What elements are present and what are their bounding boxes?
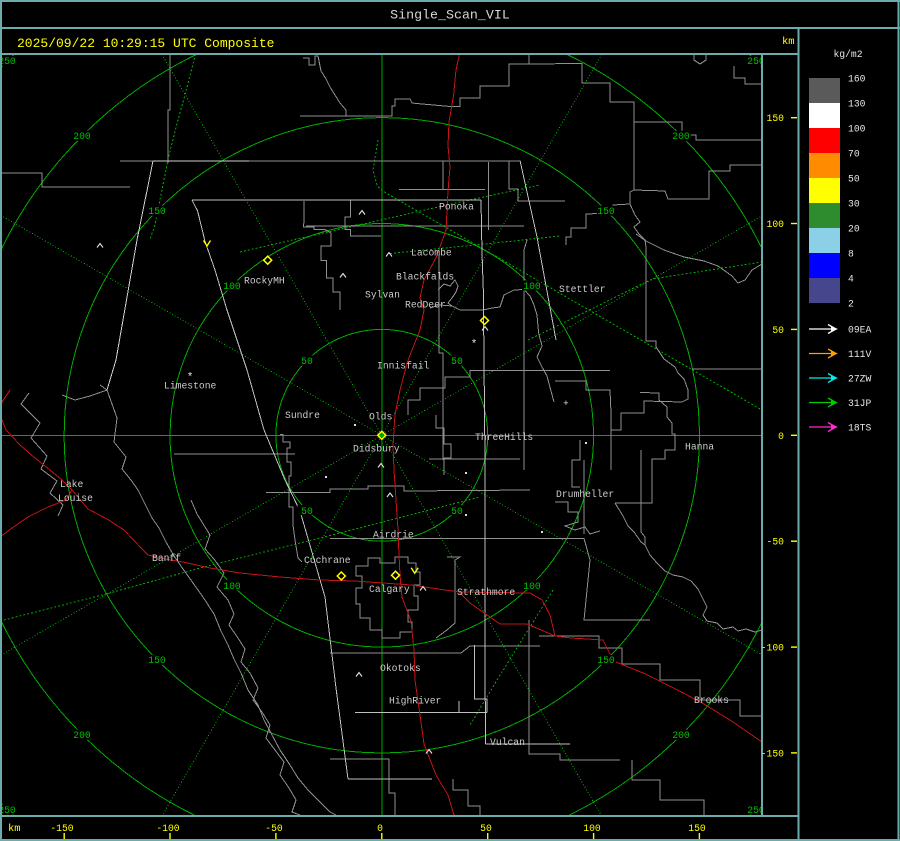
svg-text:50: 50 — [301, 356, 313, 367]
svg-text:kg/m2: kg/m2 — [833, 49, 862, 60]
svg-text:31JP: 31JP — [848, 398, 871, 409]
svg-text:50: 50 — [480, 823, 492, 834]
svg-text:Ponoka: Ponoka — [439, 202, 474, 213]
svg-text:100: 100 — [223, 581, 241, 592]
svg-text:27ZW: 27ZW — [848, 374, 871, 385]
svg-text:130: 130 — [848, 99, 866, 110]
svg-text:Olds: Olds — [369, 412, 392, 423]
svg-text:150: 150 — [148, 655, 166, 666]
svg-text:09EA: 09EA — [848, 325, 871, 336]
svg-text:Okotoks: Okotoks — [380, 663, 421, 674]
svg-text:150: 150 — [148, 206, 166, 217]
svg-text:-50: -50 — [767, 537, 785, 548]
svg-text:Louise: Louise — [58, 493, 93, 504]
svg-text:ThreeHills: ThreeHills — [475, 432, 533, 443]
svg-text:250: 250 — [0, 805, 16, 816]
svg-text:Sundre: Sundre — [285, 410, 320, 421]
svg-text:Lake: Lake — [60, 479, 83, 490]
svg-text:70: 70 — [848, 149, 860, 160]
svg-text:18TS: 18TS — [848, 423, 871, 434]
svg-text:Airdrie: Airdrie — [373, 530, 414, 541]
svg-text:+: + — [563, 399, 568, 409]
svg-text:50: 50 — [451, 506, 463, 517]
svg-text:-100: -100 — [156, 823, 179, 834]
svg-text:RedDeer: RedDeer — [405, 300, 446, 311]
svg-text:20: 20 — [848, 224, 860, 235]
svg-text:Calgary: Calgary — [369, 584, 410, 595]
svg-text:100: 100 — [848, 124, 866, 135]
svg-text:150: 150 — [767, 113, 785, 124]
svg-text:2025/09/22 10:29:15 UTC Compos: 2025/09/22 10:29:15 UTC Composite — [17, 36, 274, 51]
svg-text:Didsbury: Didsbury — [353, 444, 400, 455]
svg-text:-150: -150 — [50, 823, 73, 834]
svg-text:50: 50 — [848, 174, 860, 185]
svg-text:150: 150 — [688, 823, 706, 834]
svg-text:RockyMH: RockyMH — [244, 276, 285, 287]
svg-text:Innisfail: Innisfail — [377, 361, 430, 372]
svg-text:200: 200 — [672, 730, 690, 741]
svg-text:Single_Scan_VIL: Single_Scan_VIL — [390, 8, 510, 23]
svg-text:160: 160 — [848, 74, 866, 85]
svg-text:150: 150 — [597, 206, 615, 217]
svg-text:50: 50 — [301, 506, 313, 517]
svg-text:*: * — [471, 339, 478, 351]
svg-text:Blackfalds: Blackfalds — [396, 272, 454, 283]
svg-text:Vulcan: Vulcan — [490, 737, 525, 748]
svg-text:Strathmore: Strathmore — [457, 587, 515, 598]
svg-text:*: * — [187, 372, 194, 384]
svg-text:-150: -150 — [761, 748, 784, 759]
svg-text:2: 2 — [848, 299, 854, 310]
svg-text:Drumheller: Drumheller — [556, 489, 614, 500]
svg-text:200: 200 — [672, 131, 690, 142]
svg-text:Banff: Banff — [152, 553, 181, 564]
svg-text:100: 100 — [223, 281, 241, 292]
svg-text:0: 0 — [778, 431, 784, 442]
svg-text:-100: -100 — [761, 643, 784, 654]
svg-text:km: km — [782, 36, 795, 48]
svg-text:HighRiver: HighRiver — [389, 696, 441, 707]
svg-text:50: 50 — [451, 356, 463, 367]
svg-text:Sylvan: Sylvan — [365, 290, 400, 301]
svg-text:Lacombe: Lacombe — [411, 248, 452, 259]
svg-text:8: 8 — [848, 249, 854, 260]
svg-text:200: 200 — [73, 131, 91, 142]
svg-text:150: 150 — [597, 655, 615, 666]
svg-text:100: 100 — [523, 581, 541, 592]
svg-text:100: 100 — [767, 219, 785, 230]
svg-text:30: 30 — [848, 199, 860, 210]
svg-text:100: 100 — [523, 281, 541, 292]
svg-text:4: 4 — [848, 274, 854, 285]
svg-text:50: 50 — [772, 325, 784, 336]
svg-text:Cochrane: Cochrane — [304, 555, 351, 566]
svg-text:0: 0 — [377, 823, 383, 834]
svg-text:-50: -50 — [265, 823, 283, 834]
svg-text:Stettler: Stettler — [559, 284, 606, 295]
svg-text:250: 250 — [0, 56, 16, 67]
svg-text:Hanna: Hanna — [685, 442, 714, 453]
svg-text:km: km — [8, 823, 21, 835]
svg-text:111V: 111V — [848, 349, 871, 360]
svg-text:100: 100 — [583, 823, 601, 834]
svg-text:200: 200 — [73, 730, 91, 741]
svg-text:Brooks: Brooks — [694, 695, 729, 706]
